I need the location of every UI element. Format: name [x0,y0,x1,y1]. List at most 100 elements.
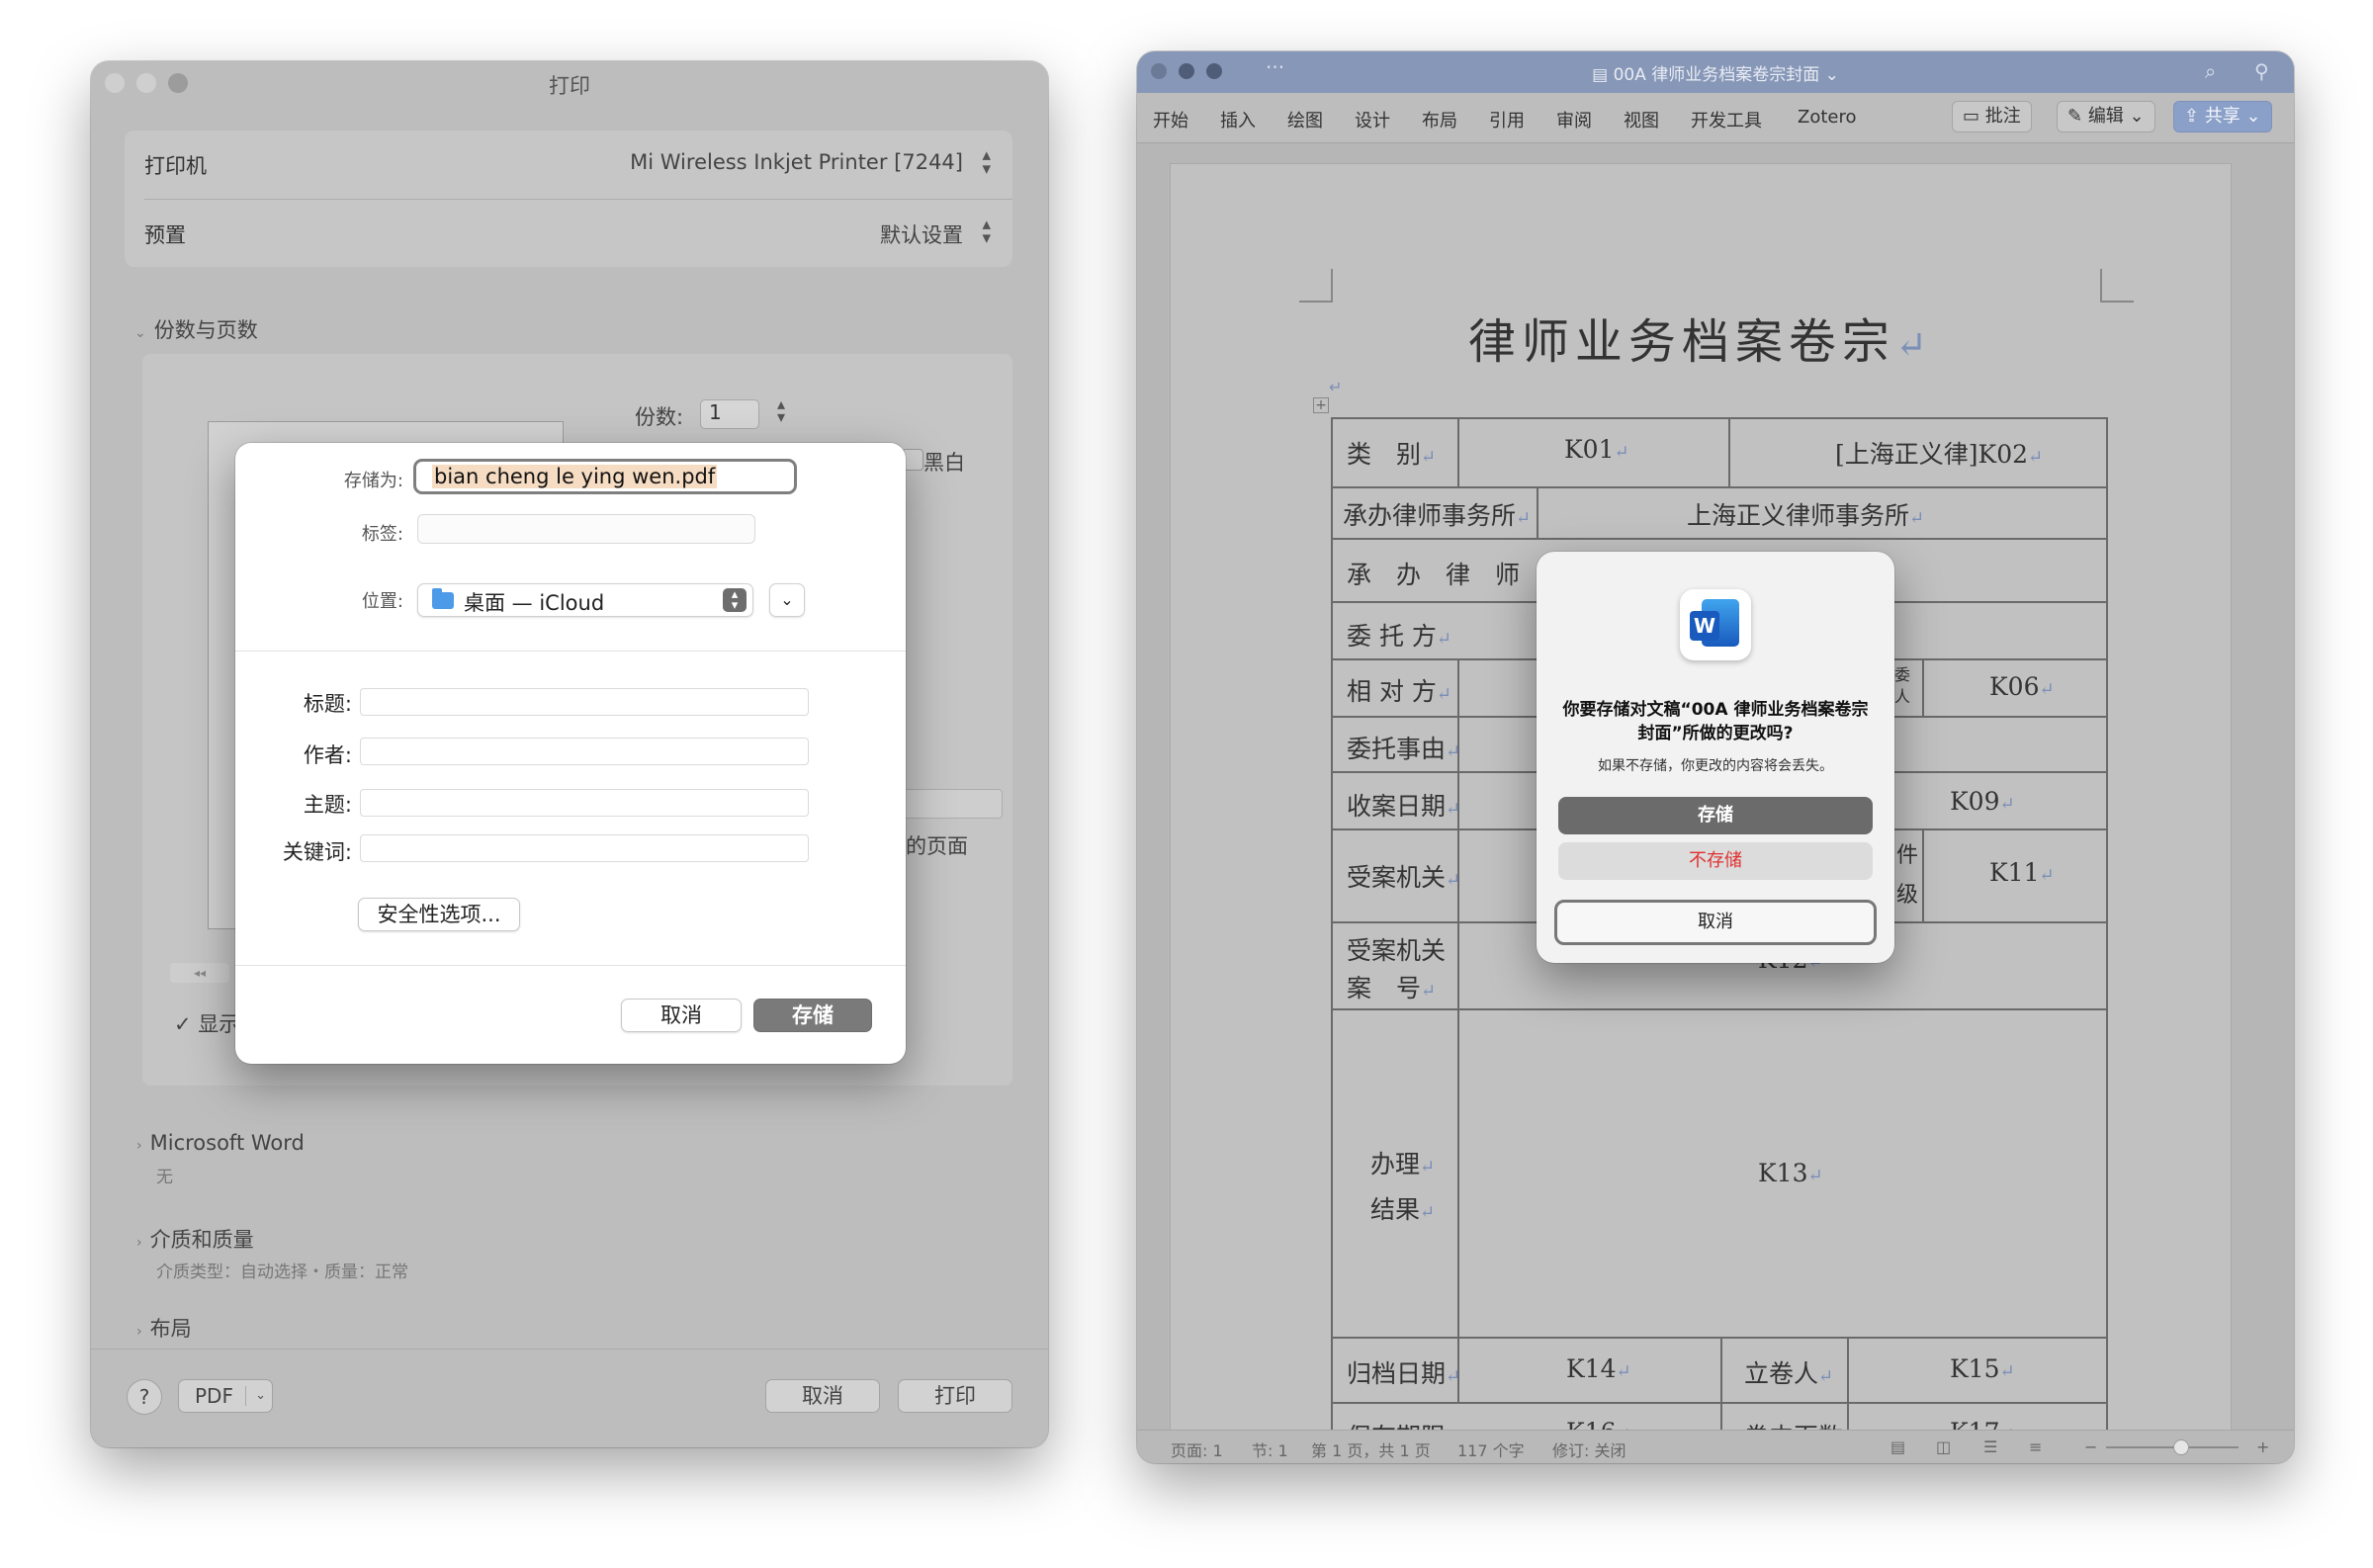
web-layout-view-icon[interactable]: ◫ [1936,1437,1951,1456]
label-agency[interactable]: 受案机关↵ [1347,858,1460,894]
label-lawyer[interactable]: 承 办 律 师 [1347,556,1520,591]
label-client[interactable]: 委 托 方↵ [1347,617,1451,653]
copies-label: 份数: [635,405,684,429]
tab-layout[interactable]: 布局 [1422,107,1457,132]
help-button[interactable]: ? [127,1379,162,1415]
divider [235,965,906,966]
word-section-header[interactable]: › Microsoft Word [136,1131,305,1155]
alert-cancel-button[interactable]: 取消 [1554,900,1877,945]
document-title[interactable]: ▤ 00A 律师业务档案卷宗封面 ⌄ [1137,60,2294,85]
zoom-out-icon[interactable]: − [2084,1437,2097,1456]
label-opponent[interactable]: 相 对 方↵ [1347,672,1451,708]
pdf-menu-button[interactable]: PDF ⌄ [178,1379,273,1413]
value-k06[interactable]: K06↵ [1989,672,2055,701]
word-section-sub: 无 [156,1168,173,1187]
label-agency-no-2[interactable]: 案 号↵ [1347,969,1436,1004]
value-k02[interactable]: [上海正义律]K02↵ [1835,435,2043,471]
tab-developer[interactable]: 开发工具 [1691,107,1762,132]
title-input[interactable] [360,688,809,716]
label-firm[interactable]: 承办律师事务所↵ [1343,496,1531,532]
subject-input[interactable] [360,789,809,817]
layout-section-header[interactable]: › 布局 [136,1313,192,1343]
table-move-handle[interactable]: + [1313,397,1329,413]
filename-input[interactable]: bian cheng le ying wen.pdf [413,459,797,494]
account-icon[interactable]: ⚲ [2254,59,2269,83]
page-range-field[interactable] [902,789,1003,819]
chevron-down-icon: ⌄ [2240,106,2261,127]
print-button[interactable]: 打印 [898,1379,1012,1413]
author-label: 作者: [303,743,352,767]
printer-row[interactable]: 打印机 Mi Wireless Inkjet Printer [7244] ▴ ▾ [125,131,1012,198]
tab-review[interactable]: 审阅 [1556,107,1592,132]
print-layout-view-icon[interactable]: ▤ [1890,1437,1905,1456]
show-details-checkbox[interactable]: ✓ 显示 [174,1008,239,1038]
tags-label: 标签: [361,524,403,545]
location-select[interactable]: 桌面 — iCloud ▴ ▾ [417,583,753,617]
preset-stepper-icon[interactable]: ▴ ▾ [982,217,991,247]
table-line [1331,1008,2108,1010]
draft-view-icon[interactable]: ≡ [2029,1437,2042,1456]
outline-view-icon[interactable]: ☰ [1983,1437,1997,1456]
label-partial-level[interactable]: 件级 [1896,836,1918,915]
label-filer[interactable]: 立卷人↵ [1744,1354,1833,1390]
status-track-changes[interactable]: 修订: 关闭 [1552,1437,1626,1461]
label-partial-client[interactable]: 委人 [1894,664,1910,708]
printer-stepper-icon[interactable]: ▴ ▾ [982,147,991,178]
value-k15[interactable]: K15↵ [1950,1354,2015,1383]
alert-save-button[interactable]: 存储 [1558,797,1873,834]
document-heading[interactable]: 律师业务档案卷宗↵ [1171,303,2231,372]
tab-draw[interactable]: 绘图 [1287,107,1323,132]
tags-input[interactable] [417,514,755,544]
label-date[interactable]: 收案日期↵ [1347,787,1460,823]
save-sheet-save-button[interactable]: 存储 [753,999,872,1032]
security-options-button[interactable]: 安全性选项... [358,898,520,931]
table-line [1728,417,1730,486]
tab-insert[interactable]: 插入 [1220,107,1256,132]
expand-browser-button[interactable]: ⌄ [769,583,805,617]
print-cancel-button[interactable]: 取消 [765,1379,880,1413]
tab-view[interactable]: 视图 [1624,107,1659,132]
copies-stepper-icon[interactable]: ▴ ▾ [777,396,785,425]
tab-zotero[interactable]: Zotero [1798,107,1857,128]
save-sheet-cancel-button[interactable]: 取消 [621,999,742,1032]
preset-select[interactable]: 默认设置 [880,219,963,249]
copies-pages-section-header[interactable]: ⌄ 份数与页数 [134,314,258,344]
search-icon[interactable]: ⌕ [2205,59,2216,83]
value-firm[interactable]: 上海正义律师事务所↵ [1687,496,1924,532]
keywords-input[interactable] [360,834,809,862]
share-icon: ⇪ [2184,106,2205,127]
author-input[interactable] [360,738,809,765]
media-section-header[interactable]: › 介质和质量 [136,1224,254,1254]
status-page[interactable]: 页面: 1 [1171,1437,1223,1461]
zoom-slider[interactable] [2106,1446,2239,1448]
bw-label: 黑白 [923,451,965,475]
value-k01[interactable]: K01↵ [1564,435,1629,464]
label-result-2[interactable]: 结果↵ [1370,1190,1435,1226]
label-result[interactable]: 办理↵ [1370,1145,1435,1180]
tab-home[interactable]: 开始 [1153,107,1188,132]
label-archive-date[interactable]: 归档日期↵ [1347,1354,1460,1390]
value-k11[interactable]: K11↵ [1989,858,2055,887]
zoom-in-icon[interactable]: + [2256,1437,2269,1456]
share-button[interactable]: ⇪ 共享 ⌄ [2173,101,2272,132]
table-line [1331,538,2108,540]
status-section[interactable]: 节: 1 [1252,1437,1288,1461]
tab-references[interactable]: 引用 [1489,107,1525,132]
value-k09[interactable]: K09↵ [1950,787,2015,816]
value-k14[interactable]: K14↵ [1566,1354,1631,1383]
zoom-slider-thumb[interactable] [2173,1439,2189,1455]
label-category[interactable]: 类 别↵ [1347,435,1436,471]
value-k13[interactable]: K13↵ [1758,1159,1823,1187]
copies-input[interactable]: 1 [700,399,759,429]
preset-row[interactable]: 预置 默认设置 ▴ ▾ [125,200,1012,267]
tab-design[interactable]: 设计 [1355,107,1390,132]
preview-nav-icon[interactable]: ◂◂ [170,963,229,983]
status-page-of[interactable]: 第 1 页，共 1 页 [1311,1437,1431,1461]
label-agency-no[interactable]: 受案机关 [1347,931,1446,967]
label-matter[interactable]: 委托事由↵ [1347,730,1460,765]
editing-button[interactable]: ✎ 编辑 ⌄ [2057,101,2155,132]
status-word-count[interactable]: 117 个字 [1457,1437,1525,1461]
alert-dont-save-button[interactable]: 不存储 [1558,842,1873,880]
printer-select[interactable]: Mi Wireless Inkjet Printer [7244] [630,150,963,174]
comments-button[interactable]: ▭ 批注 [1952,101,2032,132]
